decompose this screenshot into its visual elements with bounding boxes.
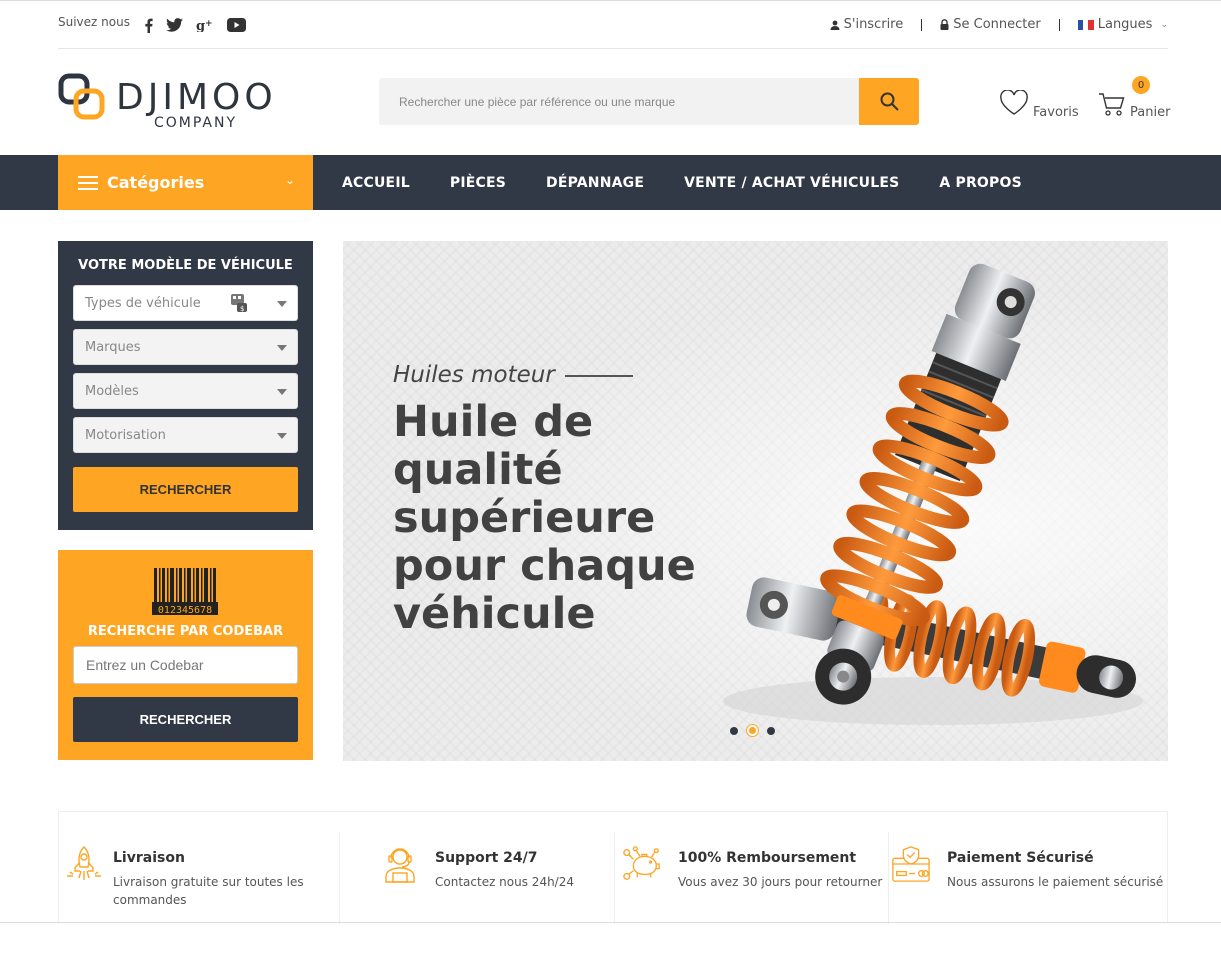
brand-placeholder: Marques <box>85 340 141 355</box>
slider-dot-1[interactable] <box>730 726 738 735</box>
cart-count-badge: 0 <box>1132 76 1150 94</box>
login-label: Se Connecter <box>953 17 1041 32</box>
engine-placeholder: Motorisation <box>85 428 166 443</box>
logo-text: DJIMOO <box>116 77 277 118</box>
hamburger-icon <box>78 175 98 190</box>
favorites-label: Favoris <box>1033 105 1079 120</box>
secure-payment-icon <box>892 846 930 882</box>
cart-link[interactable]: 0 Panier <box>1098 76 1170 124</box>
nav-pieces[interactable]: PIÈCES <box>450 175 506 191</box>
feature-refund: 100% Remboursement Vous avez 30 jours po… <box>614 832 888 924</box>
vehicle-search-title: VOTRE MODÈLE DE VÉHICULE <box>78 258 293 273</box>
svg-text:$: $ <box>240 305 244 313</box>
search-bar <box>379 78 919 125</box>
codebar-search-button[interactable]: RECHERCHER <box>73 697 298 742</box>
caret-down-icon <box>277 301 287 307</box>
feature-desc: Vous avez 30 jours pour retourner <box>678 875 883 889</box>
top-bar: Suivez nous g + S'inscrire Se Connecter … <box>0 0 1221 49</box>
google-plus-icon[interactable]: g + <box>196 15 214 35</box>
search-input[interactable] <box>379 78 859 125</box>
nav-vente-achat[interactable]: VENTE / ACHAT VÉHICULES <box>684 175 899 191</box>
barcode-icon: 012345678 <box>152 568 218 616</box>
categories-label: Catégories <box>107 173 205 192</box>
svg-text:+: + <box>205 19 213 29</box>
vehicle-type-select[interactable]: Types de véhicule $ <box>73 285 298 321</box>
user-icon <box>830 20 840 30</box>
barcode-digits: 012345678 <box>158 605 212 616</box>
logo-mark-icon <box>58 73 105 120</box>
logo-subtext: COMPANY <box>154 115 238 131</box>
chevron-down-icon: ⌄ <box>284 173 295 187</box>
nav-accueil[interactable]: ACCUEIL <box>342 175 410 191</box>
vehicle-search-button[interactable]: RECHERCHER <box>73 467 298 512</box>
search-icon <box>880 92 899 111</box>
feature-secure-payment: Paiement Sécurisé Nous assurons le paiem… <box>888 832 1167 924</box>
model-placeholder: Modèles <box>85 384 139 399</box>
follow-label: Suivez nous <box>58 15 130 29</box>
signup-link[interactable]: S'inscrire <box>812 17 922 32</box>
engine-select[interactable]: Motorisation <box>73 417 298 453</box>
favorites-link[interactable]: Favoris <box>999 90 1079 124</box>
codebar-search-panel: 012345678 RECHERCHE PAR CODEBAR RECHERCH… <box>58 550 313 760</box>
features-bar: Livraison Livraison gratuite sur toutes … <box>58 811 1168 924</box>
nav-a-propos[interactable]: A PROPOS <box>939 175 1022 191</box>
feature-support: Support 24/7 Contactez nous 24h/24 <box>339 832 614 924</box>
heart-icon <box>1000 90 1028 115</box>
feature-desc: Livraison gratuite sur toutes les comman… <box>113 875 304 907</box>
main-navbar: Catégories ⌄ ACCUEIL PIÈCES DÉPANNAGE VE… <box>0 155 1221 210</box>
feature-desc: Contactez nous 24h/24 <box>435 875 574 889</box>
vehicle-search-panel: VOTRE MODÈLE DE VÉHICULE Types de véhicu… <box>58 241 313 530</box>
search-button[interactable] <box>859 78 919 125</box>
youtube-icon[interactable] <box>227 15 246 35</box>
caret-down-icon <box>277 433 287 439</box>
hero-title: Huile de qualité supérieure pour chaque … <box>393 397 696 639</box>
codebar-input[interactable] <box>73 646 298 684</box>
cart-icon <box>1099 93 1125 116</box>
feature-title: 100% Remboursement <box>678 850 857 866</box>
account-links: S'inscrire Se Connecter Langues ⌄ <box>812 17 1168 32</box>
shock-absorber-image <box>723 263 1143 725</box>
rocket-icon <box>67 846 101 880</box>
feature-delivery: Livraison Livraison gratuite sur toutes … <box>59 832 339 924</box>
support-agent-icon <box>385 848 415 883</box>
top-bar-inner: Suivez nous g + S'inscrire Se Connecter … <box>58 1 1168 49</box>
vehicle-type-icon: $ <box>231 294 247 313</box>
cart-label: Panier <box>1130 105 1171 120</box>
chevron-down-icon: ⌄ <box>1160 19 1168 30</box>
social-links: g + <box>144 15 246 35</box>
slider-dot-2[interactable] <box>747 725 758 736</box>
brand-select[interactable]: Marques <box>73 329 298 365</box>
login-link[interactable]: Se Connecter <box>922 17 1058 32</box>
slider-dots <box>730 725 775 736</box>
feature-title: Livraison <box>113 850 185 866</box>
nav-depannage[interactable]: DÉPANNAGE <box>546 175 644 191</box>
slider-dot-3[interactable] <box>767 726 775 735</box>
logo[interactable]: DJIMOO COMPANY <box>58 73 273 133</box>
feature-desc: Nous assurons le paiement sécurisé <box>947 875 1164 889</box>
svg-text:g: g <box>196 19 205 32</box>
hero-subtitle: Huiles moteur <box>393 362 555 388</box>
caret-down-icon <box>277 345 287 351</box>
piggy-bank-icon <box>623 846 660 880</box>
lock-icon <box>940 19 949 30</box>
categories-button[interactable]: Catégories ⌄ <box>58 155 313 210</box>
vehicle-type-placeholder: Types de véhicule <box>85 296 201 311</box>
facebook-icon[interactable] <box>144 15 153 35</box>
language-label: Langues <box>1097 17 1153 32</box>
french-flag-icon <box>1077 19 1094 30</box>
signup-label: S'inscrire <box>843 17 904 32</box>
twitter-icon[interactable] <box>166 15 183 35</box>
caret-down-icon <box>277 389 287 395</box>
hero-slider[interactable]: Huiles moteur Huile de qualité supérieur… <box>343 241 1168 761</box>
hero-subtitle-line <box>565 375 633 377</box>
main-menu: ACCUEIL PIÈCES DÉPANNAGE VENTE / ACHAT V… <box>342 155 1022 210</box>
language-selector[interactable]: Langues ⌄ <box>1060 17 1168 32</box>
feature-title: Support 24/7 <box>435 850 538 866</box>
divider <box>0 922 1221 923</box>
codebar-search-title: RECHERCHE PAR CODEBAR <box>87 624 284 639</box>
model-select[interactable]: Modèles <box>73 373 298 409</box>
feature-title: Paiement Sécurisé <box>947 850 1094 866</box>
